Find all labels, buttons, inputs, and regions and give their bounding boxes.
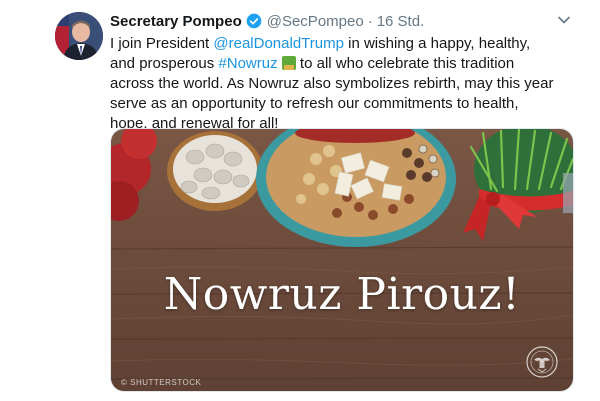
tweet-header: Secretary Pompeo @SecPompeo · 16 Std.: [110, 10, 560, 32]
avatar[interactable]: [55, 12, 103, 60]
tweet-text: I join President @realDonaldTrump in wis…: [110, 34, 558, 134]
state-department-seal-icon: [526, 346, 558, 378]
author-name[interactable]: Secretary Pompeo: [110, 13, 242, 30]
mention-link[interactable]: @realDonaldTrump: [213, 35, 344, 52]
author-handle[interactable]: @SecPompeo: [267, 13, 364, 30]
media-illustration: [111, 129, 573, 391]
banner-text: Nowruz Pirouz!: [163, 269, 521, 320]
avatar-image: [55, 12, 103, 60]
chevron-down-icon[interactable]: [556, 12, 572, 28]
watermark: © SHUTTERSTOCK: [121, 378, 202, 387]
separator-dot: ·: [367, 12, 373, 30]
tweet-media-image[interactable]: Nowruz Pirouz! © SHUTTERSTOCK: [110, 128, 574, 392]
timestamp[interactable]: 16 Std.: [377, 13, 425, 30]
verified-badge-icon: [246, 13, 262, 29]
hashtag-link[interactable]: #Nowruz: [218, 55, 277, 72]
sabzeh-emoji-icon: [281, 56, 296, 70]
tweet-text-part: I join President: [110, 35, 214, 52]
